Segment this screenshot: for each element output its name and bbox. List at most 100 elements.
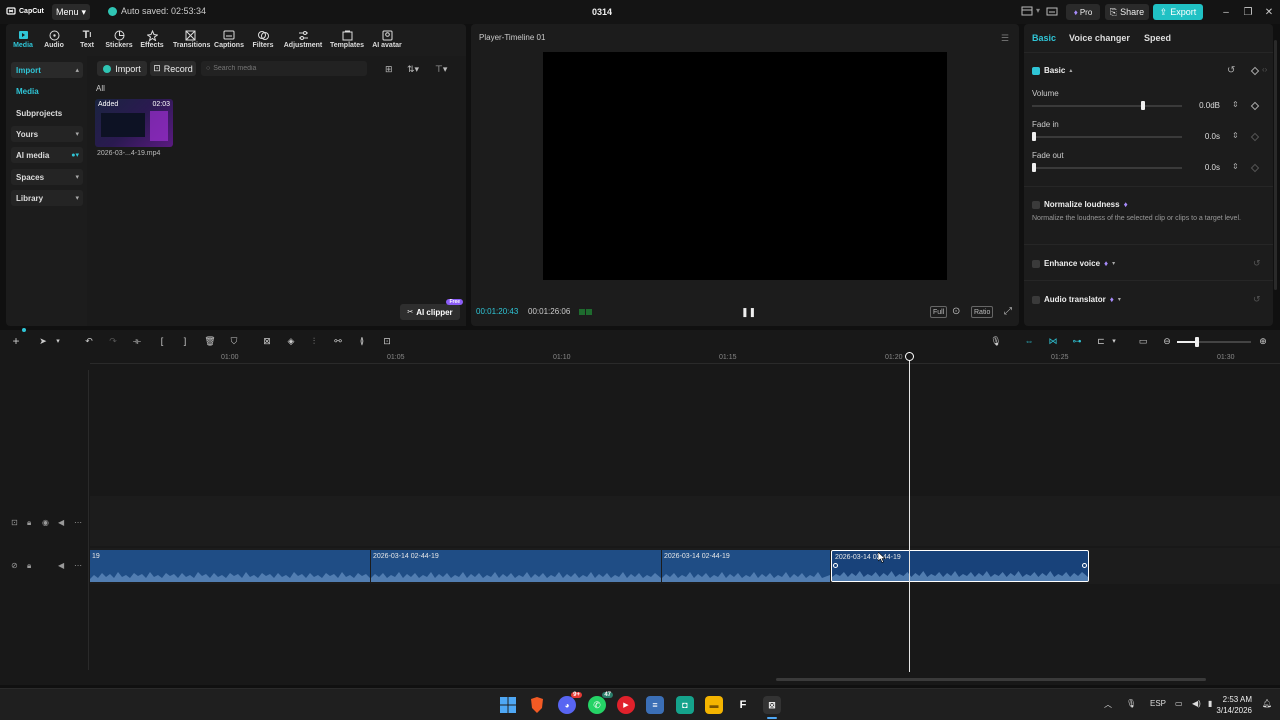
- time-ruler[interactable]: [90, 352, 1280, 364]
- audio-translator-section[interactable]: Audio translator ♦ ▾: [1032, 295, 1121, 304]
- tab-basic[interactable]: Basic: [1032, 33, 1056, 43]
- tool-media[interactable]: Media: [6, 28, 40, 49]
- overlay-track[interactable]: [90, 496, 1280, 546]
- playhead[interactable]: [909, 352, 910, 672]
- marker-icon[interactable]: ⛉: [228, 335, 240, 347]
- ratio-button[interactable]: Ratio: [971, 306, 994, 318]
- stepper-icon[interactable]: ⇕: [1232, 162, 1239, 171]
- fade-out-value[interactable]: 0.0s: [1190, 163, 1220, 172]
- chevron-down-icon[interactable]: ▾: [52, 335, 64, 347]
- fade-in-knob[interactable]: [1032, 132, 1036, 141]
- reset-icon[interactable]: ↺: [1253, 258, 1261, 269]
- discord-icon[interactable]: ◕ 9+: [558, 692, 582, 714]
- capcut-active-icon[interactable]: ⊠: [763, 696, 781, 714]
- record-button[interactable]: ⊡ Record: [150, 61, 196, 76]
- crop-icon[interactable]: ⊡: [381, 335, 393, 347]
- sidenav-ai-media[interactable]: AI media ●▾: [11, 147, 83, 163]
- more-icon[interactable]: ⋯: [74, 518, 82, 527]
- reset-icon[interactable]: ↺: [1227, 65, 1235, 76]
- maximize-icon[interactable]: ❐: [1238, 4, 1258, 20]
- sidenav-media[interactable]: Media: [11, 83, 83, 99]
- more-icon[interactable]: ⋯: [74, 561, 82, 570]
- preview-axis-icon[interactable]: ⊏: [1095, 335, 1107, 347]
- link-track-icon[interactable]: ⇔: [1023, 335, 1035, 347]
- timeline-clip[interactable]: 2026-03-14 02-44-19: [371, 550, 661, 582]
- timeline-clip[interactable]: 19: [90, 550, 370, 582]
- stepper-icon[interactable]: ⇕: [1232, 131, 1239, 140]
- volume-icon[interactable]: ◀: [58, 518, 64, 527]
- sidenav-yours[interactable]: Yours ▾: [11, 126, 83, 142]
- sidenav-library[interactable]: Library ▾: [11, 190, 83, 206]
- tool-filters[interactable]: Filters: [246, 28, 280, 49]
- zoom-in-icon[interactable]: ⊕: [1257, 335, 1269, 347]
- speaker-icon[interactable]: ◀): [1192, 699, 1201, 708]
- ai-clipper-button[interactable]: ✂ AI clipper Free: [400, 299, 463, 320]
- keyframe-icon[interactable]: [1250, 132, 1260, 142]
- network-icon[interactable]: ▭: [1175, 699, 1183, 708]
- export-button[interactable]: ⇪ Export: [1153, 4, 1203, 20]
- shield-icon[interactable]: ◈: [285, 335, 297, 347]
- sidenav-spaces[interactable]: Spaces ▾: [11, 169, 83, 185]
- grid-view-icon[interactable]: ⊞: [385, 64, 393, 75]
- audio-track-icon[interactable]: ⊘: [11, 561, 18, 570]
- zoom-fit-icon[interactable]: ⊙: [952, 306, 960, 317]
- hamburger-icon[interactable]: ☰: [1001, 33, 1009, 44]
- pro-button[interactable]: ♦ Pro: [1066, 4, 1100, 20]
- zoom-out-icon[interactable]: ⊖: [1161, 335, 1173, 347]
- keyframe-icon[interactable]: [1250, 66, 1260, 76]
- brave-browser-icon[interactable]: [528, 696, 546, 714]
- volume-slider[interactable]: [1032, 105, 1182, 107]
- tool-adjustment[interactable]: Adjustment: [283, 28, 323, 49]
- stepper-icon[interactable]: ⇕: [1232, 100, 1239, 109]
- zoom-slider-knob[interactable]: [1195, 337, 1199, 347]
- playhead-handle[interactable]: [905, 352, 914, 361]
- full-button[interactable]: Full: [930, 306, 948, 318]
- volume-slider-knob[interactable]: [1141, 101, 1145, 110]
- reset-icon[interactable]: ↺: [1253, 294, 1261, 305]
- language-indicator[interactable]: ESP: [1150, 699, 1166, 708]
- search-input[interactable]: [213, 65, 354, 72]
- tool-transitions[interactable]: Transitions: [173, 28, 210, 49]
- eye-icon[interactable]: ◉: [42, 518, 49, 527]
- volume-icon[interactable]: ◀: [58, 561, 64, 570]
- add-track-icon[interactable]: +: [10, 334, 22, 348]
- normalize-section[interactable]: Normalize loudness ♦: [1032, 200, 1128, 209]
- tool-ai-avatar[interactable]: AI avatar: [367, 28, 407, 49]
- media-thumbnail[interactable]: Added 02:03: [95, 99, 173, 147]
- tab-voice-changer[interactable]: Voice changer: [1069, 33, 1130, 43]
- freeze-icon[interactable]: ⊠: [261, 335, 273, 347]
- timeline-scrollbar[interactable]: [776, 678, 1206, 681]
- audio-split-icon[interactable]: ≬: [356, 335, 368, 347]
- tool-templates[interactable]: Templates: [328, 28, 366, 49]
- chevron-down-icon[interactable]: ▾: [1108, 335, 1120, 347]
- split-icon[interactable]: ⟛: [131, 335, 143, 347]
- split-left-icon[interactable]: [: [156, 335, 168, 347]
- basic-section-header[interactable]: Basic ▴: [1032, 66, 1072, 75]
- lock-icon[interactable]: 🔒︎: [27, 518, 31, 528]
- timeline-clip-selected[interactable]: 2026-03-14 02-44-19: [831, 550, 1089, 582]
- notification-bell-icon[interactable]: 🔔︎: [1262, 699, 1272, 708]
- layout-icon[interactable]: [1021, 6, 1033, 17]
- tool-audio[interactable]: Audio: [37, 28, 71, 49]
- import-button[interactable]: Import: [97, 61, 147, 76]
- file-explorer-icon[interactable]: ▬: [705, 696, 723, 714]
- enhance-checkbox[interactable]: [1032, 259, 1040, 268]
- tab-speed[interactable]: Speed: [1144, 33, 1171, 43]
- volume-value[interactable]: 0.0dB: [1190, 101, 1220, 110]
- capcut-icon[interactable]: F: [734, 696, 752, 714]
- sort-icon[interactable]: ⇅▾: [407, 64, 419, 75]
- redo-icon[interactable]: ↷: [107, 335, 119, 347]
- enhance-voice-section[interactable]: Enhance voice ♦ ▾: [1032, 259, 1115, 268]
- youtube-music-icon[interactable]: ▶: [617, 696, 635, 714]
- timeline-clip[interactable]: 2026-03-14 02-44-19: [662, 550, 830, 582]
- windows-start-icon[interactable]: [499, 696, 517, 714]
- nav-arrows-icon[interactable]: ‹›: [1262, 65, 1267, 74]
- whatsapp-icon[interactable]: ✆ 47: [588, 692, 613, 714]
- fade-out-slider[interactable]: [1032, 167, 1182, 169]
- pause-icon[interactable]: ❚❚: [741, 307, 756, 318]
- close-icon[interactable]: ✕: [1259, 4, 1279, 20]
- fade-out-knob[interactable]: [1032, 163, 1036, 172]
- chevron-up-icon[interactable]: ︿: [1104, 699, 1112, 710]
- sidenav-subprojects[interactable]: Subprojects: [11, 105, 83, 121]
- keyframe-icon[interactable]: [1250, 101, 1260, 111]
